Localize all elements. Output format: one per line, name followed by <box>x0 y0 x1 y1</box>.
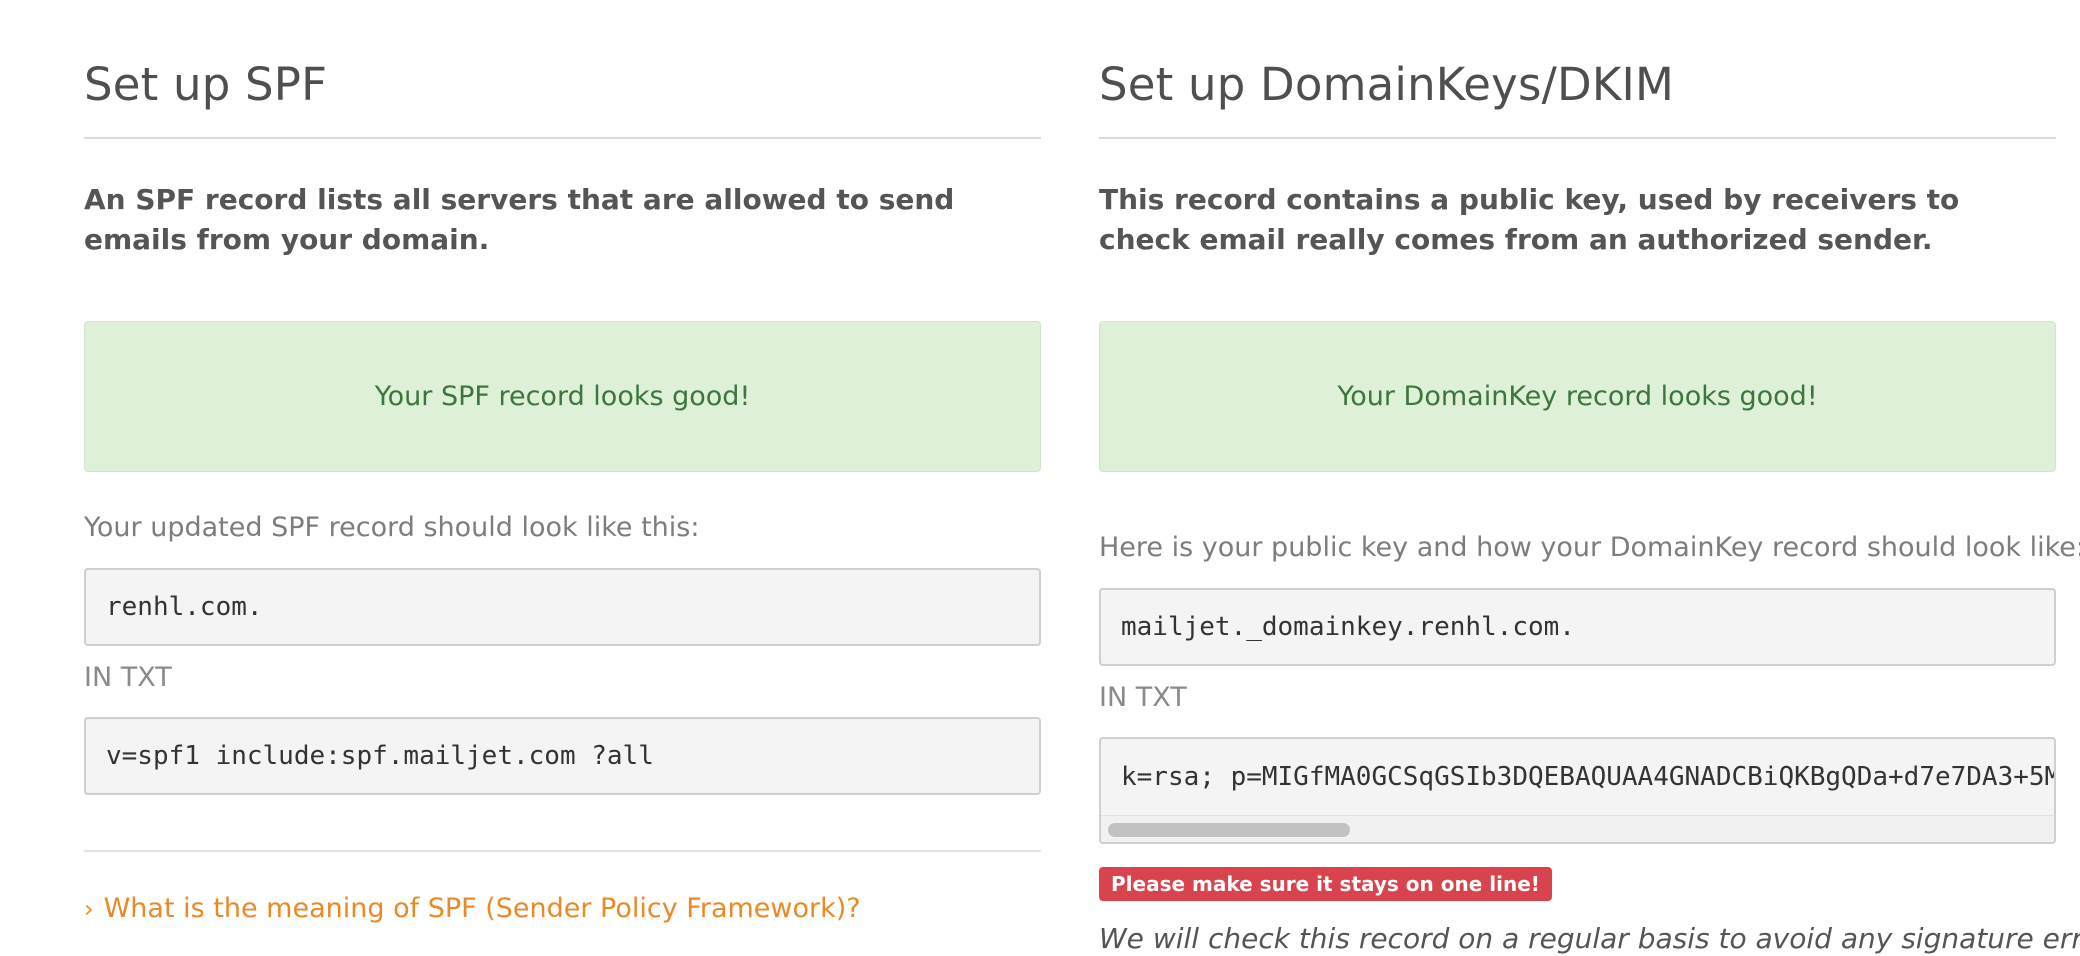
dkim-section: Set up DomainKeys/DKIM This record conta… <box>1099 0 2080 956</box>
dkim-host-field[interactable]: mailjet._domainkey.renhl.com. <box>1099 588 2056 666</box>
spf-section: Set up SPF An SPF record lists all serve… <box>84 0 1041 956</box>
spf-faq-label: What is the meaning of SPF (Sender Polic… <box>103 893 861 924</box>
horizontal-scrollbar[interactable] <box>1101 815 2054 842</box>
dkim-success-message: Your DomainKey record looks good! <box>1337 381 1818 412</box>
dkim-warning-badge: Please make sure it stays on one line! <box>1099 867 1552 901</box>
spf-success-message: Your SPF record looks good! <box>374 381 751 412</box>
spf-section-divider <box>84 850 1041 852</box>
spf-success-alert: Your SPF record looks good! <box>84 321 1041 472</box>
dkim-value-field[interactable]: k=rsa; p=MIGfMA0GCSqGSIb3DQEBAQUAA4GNADC… <box>1099 737 2056 844</box>
dns-setup-page: Set up SPF An SPF record lists all serve… <box>0 0 2080 956</box>
spf-description: An SPF record lists all servers that are… <box>84 183 955 256</box>
scrollbar-thumb[interactable] <box>1108 823 1350 837</box>
spf-value-field[interactable]: v=spf1 include:spf.mailjet.com ?all <box>84 717 1041 795</box>
spf-hint: Your updated SPF record should look like… <box>84 512 700 543</box>
spf-record-type: IN TXT <box>84 662 172 693</box>
dkim-record-type: IN TXT <box>1099 682 1187 713</box>
dkim-success-alert: Your DomainKey record looks good! <box>1099 321 2056 472</box>
dkim-note: We will check this record on a regular b… <box>1099 922 2080 955</box>
dkim-title-divider <box>1099 137 2056 139</box>
spf-title: Set up SPF <box>84 58 328 111</box>
dkim-description: This record contains a public key, used … <box>1099 183 1960 256</box>
chevron-right-icon: › <box>84 894 94 923</box>
spf-title-divider <box>84 137 1041 139</box>
dkim-title: Set up DomainKeys/DKIM <box>1099 58 1675 111</box>
dkim-hint: Here is your public key and how your Dom… <box>1099 532 2080 563</box>
dkim-value-text: k=rsa; p=MIGfMA0GCSqGSIb3DQEBAQUAA4GNADC… <box>1121 762 2054 792</box>
spf-host-field[interactable]: renhl.com. <box>84 568 1041 646</box>
spf-faq-link[interactable]: › What is the meaning of SPF (Sender Pol… <box>84 893 861 924</box>
